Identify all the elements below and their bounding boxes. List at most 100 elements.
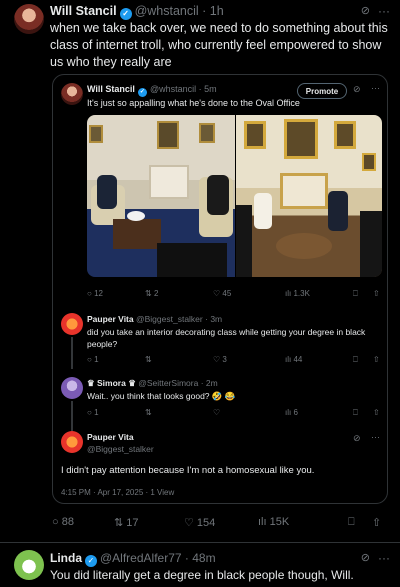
quoted-author-handle[interactable]: @whstancil [150, 84, 196, 94]
reply-action-bar: ○ 1 ⇅ ♡ ılı 6 ⎕ ⇧ [87, 408, 383, 420]
like-button[interactable]: ♡ 154 [184, 516, 215, 529]
share-icon[interactable]: ⇧ [372, 516, 381, 529]
verified-badge-icon: ✓ [137, 88, 147, 97]
oval-office-photo-right[interactable] [236, 115, 382, 277]
post-text: when we take back over, we need to do so… [50, 21, 388, 69]
separator-dot: · [196, 84, 205, 94]
more-icon[interactable]: ··· [378, 551, 390, 565]
reply-author-handle[interactable]: @Biggest_stalker [87, 443, 154, 455]
seated-person [207, 175, 229, 215]
reply-count: 88 [61, 516, 74, 528]
like-button[interactable]: ♡ 3 [213, 355, 227, 364]
reply-header: Linda ✓ @AlfredAlfer77 · 48m [50, 551, 216, 567]
views-button[interactable]: ılı 44 [285, 355, 302, 364]
like-count: 3 [222, 355, 227, 364]
views-button[interactable]: ılı 15K [258, 516, 289, 528]
will-stancil-avatar[interactable] [14, 4, 44, 34]
promote-button[interactable]: Promote [297, 83, 347, 99]
repost-count: 2 [153, 289, 159, 298]
grok-icon[interactable]: ⊘ [361, 551, 370, 564]
bookmark-icon[interactable]: ⎕ [353, 289, 358, 299]
post-time[interactable]: 1h [210, 4, 224, 18]
reply-time[interactable]: 2m [206, 378, 218, 388]
fireplace [280, 173, 328, 209]
repost-button[interactable]: ⇅ 2 [145, 289, 158, 298]
quoted-post-header: Will Stancil ✓ @whstancil · 5m [87, 84, 217, 97]
author-handle[interactable]: @whstancil [135, 4, 199, 18]
reply-button[interactable]: ○ 1 [87, 408, 99, 417]
quoted-post-card[interactable]: Will Stancil ✓ @whstancil · 5m Promote ⊘ ·… [52, 74, 388, 504]
gold-framed-portrait [334, 121, 356, 149]
grok-icon[interactable]: ⊘ [353, 433, 361, 444]
separator-dot: · [198, 4, 210, 18]
foreground-person [157, 243, 227, 277]
flower-vase [127, 211, 145, 221]
like-button[interactable]: ♡ [213, 408, 220, 417]
pauper-vita-avatar[interactable] [61, 431, 83, 453]
more-icon[interactable]: ··· [371, 83, 380, 93]
coffee-table [276, 233, 332, 259]
oval-office-photo-left[interactable] [87, 115, 235, 277]
reply-author-name[interactable]: Pauper Vita [87, 314, 134, 324]
pauper-vita-avatar[interactable] [61, 313, 83, 335]
linda-avatar[interactable] [14, 550, 44, 580]
more-icon[interactable]: ··· [371, 432, 380, 442]
crown-icon: ♛ [87, 378, 95, 388]
reply-count: 12 [94, 289, 103, 298]
simora-avatar[interactable] [61, 377, 83, 399]
quoted-author-name[interactable]: Will Stancil [87, 84, 135, 94]
author-name[interactable]: Will Stancil [50, 4, 117, 18]
foreground-person [236, 205, 252, 277]
repost-button[interactable]: ⇅ [145, 355, 152, 364]
view-count: 6 [293, 408, 298, 417]
quoted-author-avatar[interactable] [61, 83, 83, 105]
bookmark-icon[interactable]: ⎕ [353, 408, 358, 418]
separator-dot: · [181, 551, 193, 565]
reply-count: 1 [94, 355, 99, 364]
reply-text: I didn't pay attention because I'm not a… [61, 465, 315, 476]
woman-white-dress [254, 193, 272, 229]
view-count: 44 [293, 355, 303, 364]
reply-button[interactable]: ○ 88 [52, 516, 74, 528]
reply-header: ♛ Simora ♛ @SeitterSimora · 2m [87, 378, 218, 389]
share-icon[interactable]: ⇧ [373, 408, 380, 417]
reply-author-handle[interactable]: @AlfredAlfer77 [100, 551, 182, 565]
bookmark-icon[interactable]: ⎕ [353, 355, 358, 365]
grok-icon[interactable]: ⊘ [361, 4, 370, 17]
more-icon[interactable]: ··· [378, 4, 390, 18]
portrait-painting [89, 125, 103, 143]
gold-framed-portrait [284, 119, 318, 159]
reply-time[interactable]: 48m [192, 551, 215, 565]
reply-author-name[interactable]: Linda [50, 551, 82, 565]
gold-framed-portrait [362, 153, 376, 171]
bookmark-icon[interactable]: ⎕ [348, 516, 355, 529]
reply-header: Pauper Vita @Biggest_stalker · 3m [87, 314, 222, 324]
repost-count: 17 [126, 517, 139, 529]
view-count: 15K [269, 516, 290, 528]
reply-button[interactable]: ○ 12 [87, 289, 103, 298]
view-count: 1.3K [293, 289, 310, 298]
thread-line [71, 337, 73, 369]
views-button[interactable]: ılı 6 [285, 408, 298, 417]
share-icon[interactable]: ⇧ [373, 355, 380, 364]
like-button[interactable]: ♡ 45 [213, 289, 231, 298]
quoted-post-time[interactable]: 5m [204, 84, 217, 94]
reply-author-handle[interactable]: @Biggest_stalker [136, 314, 203, 324]
verified-badge-icon: ✓ [119, 8, 132, 20]
reply-author-name[interactable]: Pauper Vita [87, 432, 134, 442]
seated-man [97, 175, 117, 209]
repost-button[interactable]: ⇅ 17 [114, 516, 139, 529]
grok-icon[interactable]: ⊘ [353, 84, 361, 95]
reply-button[interactable]: ○ 1 [87, 355, 99, 364]
share-icon[interactable]: ⇧ [373, 289, 380, 298]
reply-author-handle[interactable]: @SeitterSimora [138, 378, 198, 388]
views-button[interactable]: ılı 1.3K [285, 289, 310, 298]
fireplace [149, 165, 189, 199]
reply-action-bar: ○ 1 ⇅ ♡ 3 ılı 44 ⎕ ⇧ [87, 355, 383, 367]
quoted-post-text: It's just so appalling what he's done to… [87, 98, 300, 108]
reply-author-name[interactable]: Simora [97, 378, 126, 388]
repost-button[interactable]: ⇅ [145, 408, 152, 417]
portrait-painting [199, 123, 215, 143]
reply-time[interactable]: 3m [210, 314, 222, 324]
thread-line [71, 401, 73, 431]
